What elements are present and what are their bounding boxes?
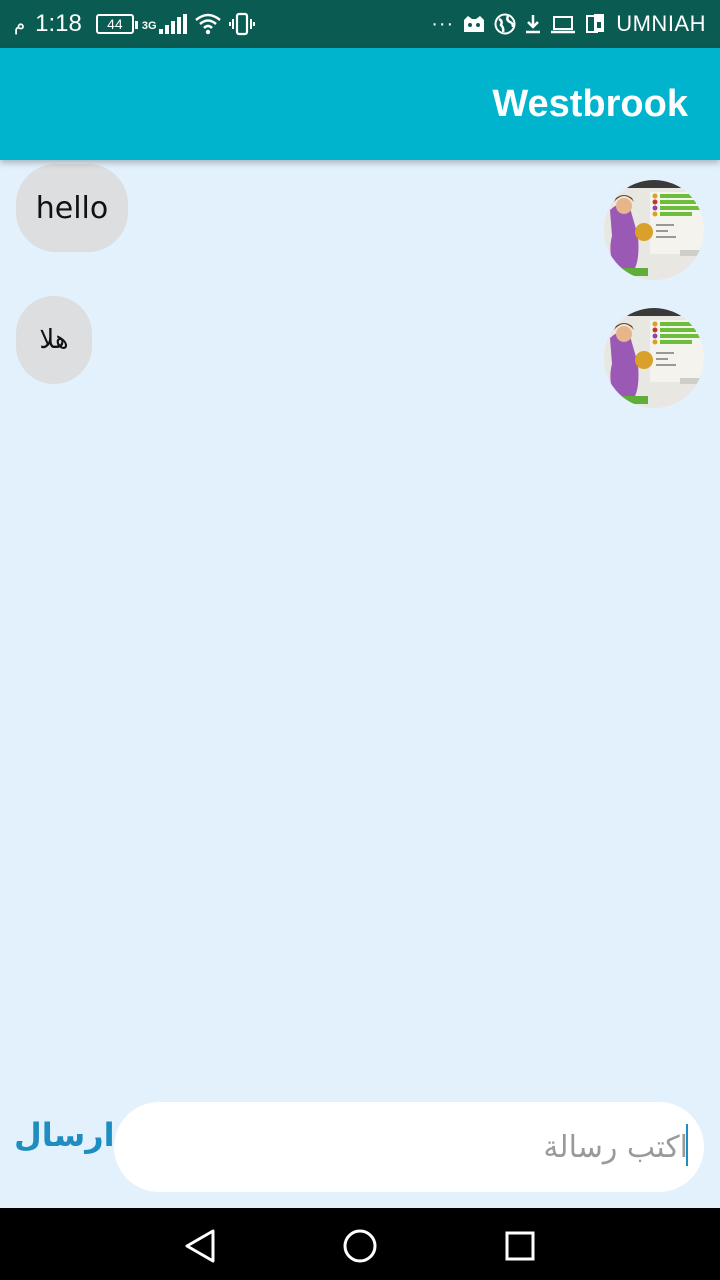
recents-icon[interactable] xyxy=(500,1226,540,1266)
signal-icon xyxy=(158,14,187,34)
home-icon[interactable] xyxy=(340,1226,380,1266)
status-left: م 1:18 44 3G xyxy=(14,10,255,38)
message-item: hello xyxy=(0,164,720,280)
message-composer: ارسال xyxy=(0,1100,720,1208)
avatar[interactable] xyxy=(604,308,704,408)
game-icon xyxy=(462,14,486,34)
sim-icon xyxy=(584,12,608,36)
page-title: Westbrook xyxy=(492,82,688,125)
download-icon xyxy=(524,14,542,34)
message-item: هلا xyxy=(0,296,720,408)
message-bubble[interactable]: hello xyxy=(16,164,128,252)
message-bubble[interactable]: هلا xyxy=(16,296,92,384)
wifi-icon xyxy=(194,13,221,35)
vibrate-icon xyxy=(228,12,255,36)
status-time: 1:18 xyxy=(35,10,82,37)
text-cursor xyxy=(686,1124,688,1166)
back-icon[interactable] xyxy=(180,1226,220,1266)
avatar[interactable] xyxy=(604,180,704,280)
navigation-bar xyxy=(0,1208,720,1280)
network-type: 3G xyxy=(141,20,157,32)
laptop-icon xyxy=(550,14,576,34)
app-bar: Westbrook xyxy=(0,48,720,160)
message-input[interactable] xyxy=(134,1102,690,1192)
battery-level: 44 xyxy=(107,16,123,32)
character-avatar-icon xyxy=(604,180,704,280)
more-notifications-icon: ··· xyxy=(431,12,455,35)
globe-icon xyxy=(494,13,516,35)
battery-icon: 44 xyxy=(95,14,138,34)
message-list[interactable]: hello هلا xyxy=(0,160,720,1100)
status-right: ··· UMNIAH xyxy=(431,11,706,37)
character-avatar-icon xyxy=(604,308,704,408)
time-period: م xyxy=(14,13,26,34)
carrier-name: UMNIAH xyxy=(616,11,706,36)
send-button[interactable]: ارسال xyxy=(14,1116,115,1154)
status-bar: م 1:18 44 3G ··· UMNIAH xyxy=(0,0,720,48)
message-input-container xyxy=(114,1102,704,1192)
